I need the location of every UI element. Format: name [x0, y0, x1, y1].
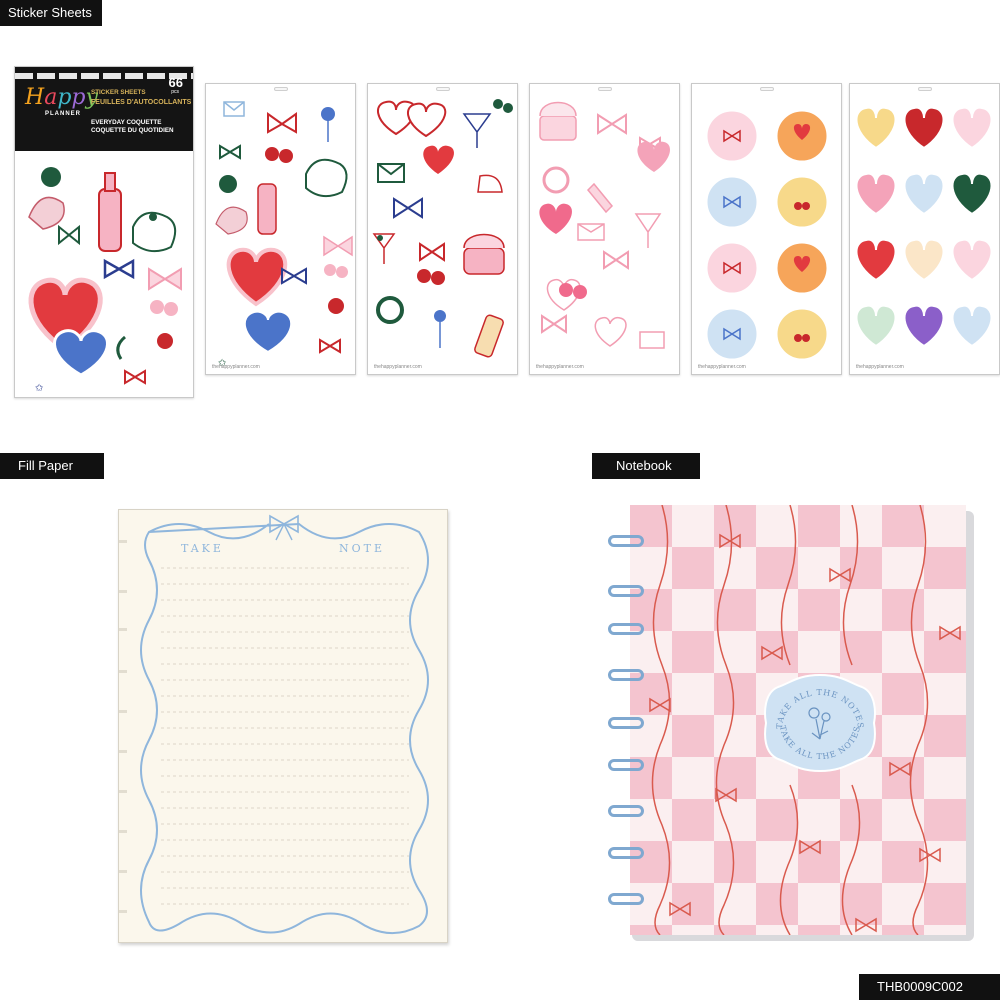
section-label-fill-paper: Fill Paper — [0, 453, 104, 479]
fill-paper-border-art — [140, 514, 429, 935]
sticker-sheet-4: thehappyplanner.com — [691, 83, 842, 375]
sheet-footer: thehappyplanner.com — [856, 364, 904, 370]
notebook-front-cover: TAKE ALL THE NOTES TAKE ALL THE NOTES — [630, 505, 966, 935]
sheet-5-art — [855, 106, 993, 348]
section-label-notebook: Notebook — [592, 453, 700, 479]
fill-paper-title-left: TAKE — [181, 542, 224, 555]
sheet-footer: thehappyplanner.com — [374, 364, 422, 370]
scalloped-stickers-grid — [704, 108, 830, 362]
sheet-footer: thehappyplanner.com — [698, 364, 746, 370]
section-label-sticker-sheets: Sticker Sheets — [0, 0, 102, 26]
sticker-sheet-1: ✩ thehappyplanner.com — [205, 83, 356, 375]
binder-ring — [608, 717, 644, 729]
binder-ring — [608, 847, 644, 859]
binder-ring — [608, 893, 644, 905]
binder-ring — [608, 805, 644, 817]
fill-paper-title-right: NOTE — [339, 542, 386, 555]
sticker-sheet-5: thehappyplanner.com — [849, 83, 1000, 375]
take-all-the-notes-badge: TAKE ALL THE NOTES TAKE ALL THE NOTES — [764, 673, 876, 773]
sticker-pack: Happy PLANNER 66 pcs STICKER SHEETS FEUI… — [14, 66, 194, 398]
pack-sticker-art: ✩ — [28, 167, 182, 394]
sticker-sheet-2: thehappyplanner.com — [367, 83, 518, 375]
sheet-footer: thehappyplanner.com — [536, 364, 584, 370]
sheet-footer: thehappyplanner.com — [212, 364, 260, 370]
binder-ring — [608, 669, 644, 681]
sheet-1-art: ✩ — [215, 101, 353, 369]
sheet-3-art — [539, 101, 670, 349]
binder-ring — [608, 623, 644, 635]
sheet-2-art — [372, 99, 513, 358]
product-code-label: THB0009C002 — [859, 974, 1000, 1000]
ruled-lines — [161, 567, 409, 905]
fill-paper-page: TAKE NOTE — [118, 509, 448, 943]
binder-ring — [608, 585, 644, 597]
notebook: TAKE ALL THE NOTES TAKE ALL THE NOTES — [608, 505, 976, 943]
svg-text:✩: ✩ — [35, 383, 44, 394]
binder-ring — [608, 535, 644, 547]
sticker-sheet-3: thehappyplanner.com — [529, 83, 680, 375]
sheet-4-art — [704, 108, 830, 362]
heart-stickers-grid — [855, 106, 993, 348]
binder-ring — [608, 759, 644, 771]
